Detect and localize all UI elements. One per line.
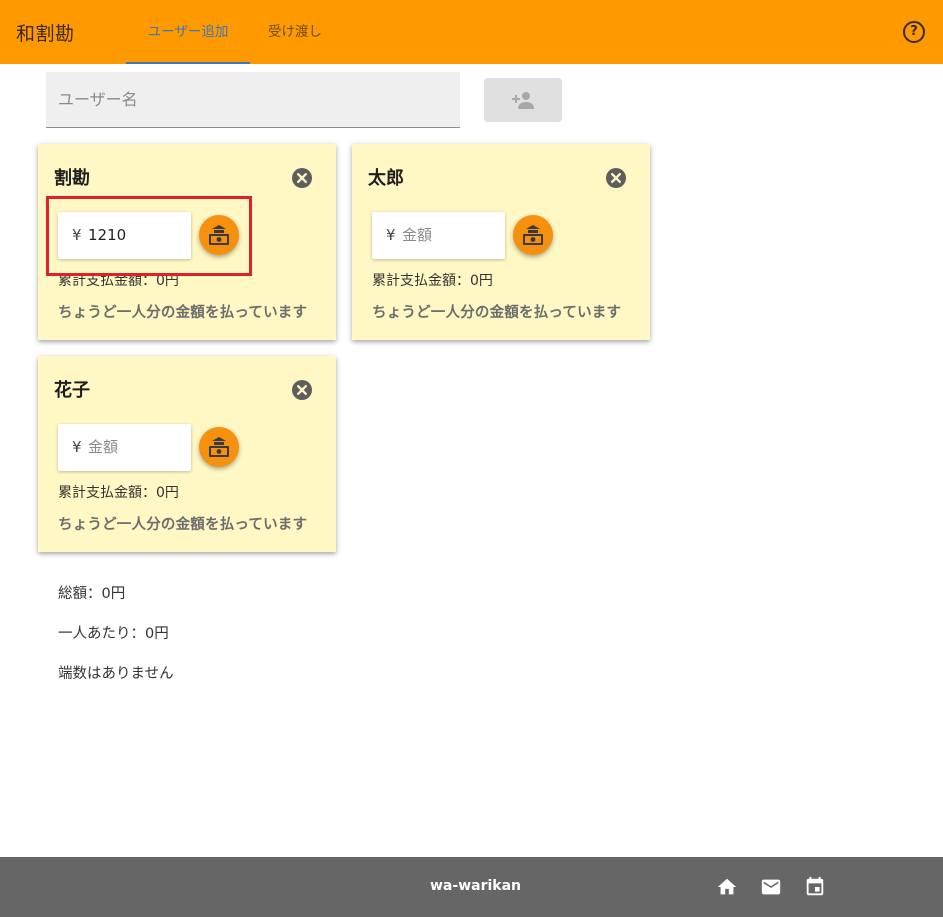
tab-handover[interactable]: 受け渡し — [250, 0, 340, 64]
amount-field[interactable]: ¥ — [58, 212, 191, 259]
app-header: 和割勘 ユーザー追加 受け渡し ? — [0, 0, 943, 64]
summary-total: 総額：0円 — [58, 586, 126, 602]
close-circle-icon[interactable] — [291, 379, 313, 401]
help-icon[interactable]: ? — [903, 21, 925, 43]
user-name: 花子 — [54, 380, 90, 401]
summary-remainder: 端数はありません — [58, 666, 174, 682]
paid-total: 累計支払金額：0円 — [372, 273, 493, 289]
payment-status: ちょうど一人分の金額を払っています — [58, 517, 308, 533]
money-payment-icon — [523, 225, 543, 245]
paid-total: 累計支払金額：0円 — [58, 273, 179, 289]
tab-add-user[interactable]: ユーザー追加 — [126, 0, 250, 64]
user-name: 太郎 — [368, 168, 404, 189]
money-payment-icon — [209, 225, 229, 245]
amount-input[interactable] — [88, 436, 182, 458]
add-user-button[interactable] — [484, 78, 562, 122]
amount-field[interactable]: ¥ — [372, 212, 505, 259]
calendar-icon[interactable] — [804, 876, 826, 898]
paid-total: 累計支払金額：0円 — [58, 485, 179, 501]
app-title: 和割勘 — [16, 23, 75, 45]
yen-symbol: ¥ — [72, 226, 82, 244]
tab-add-user-label: ユーザー追加 — [147, 24, 229, 40]
yen-symbol: ¥ — [72, 438, 82, 456]
username-input[interactable] — [46, 72, 460, 127]
payment-status: ちょうど一人分の金額を払っています — [58, 305, 308, 321]
user-name: 割勘 — [54, 168, 90, 189]
active-tab-indicator — [126, 62, 250, 64]
app-footer: wa-warikan — [0, 857, 943, 917]
username-field[interactable] — [46, 72, 460, 128]
tab-handover-label: 受け渡し — [268, 24, 322, 40]
home-icon[interactable] — [716, 876, 738, 898]
close-circle-icon[interactable] — [291, 167, 313, 189]
money-payment-icon — [209, 437, 229, 457]
user-card: 割勘 ¥ 累計支払金額：0円 ちょうど一人分の金額を払っています — [38, 144, 336, 340]
user-card: 花子 ¥ 累計支払金額：0円 ちょうど一人分の金額を払っています — [38, 356, 336, 552]
yen-symbol: ¥ — [386, 226, 396, 244]
amount-input[interactable] — [88, 224, 182, 246]
payment-status: ちょうど一人分の金額を払っています — [372, 305, 622, 321]
pay-button[interactable] — [513, 215, 553, 255]
person-add-icon — [512, 92, 534, 109]
amount-input[interactable] — [402, 224, 496, 246]
user-card: 太郎 ¥ 累計支払金額：0円 ちょうど一人分の金額を払っています — [352, 144, 650, 340]
footer-title: wa-warikan — [430, 878, 521, 894]
pay-button[interactable] — [199, 215, 239, 255]
mail-icon[interactable] — [760, 876, 782, 898]
pay-button[interactable] — [199, 427, 239, 467]
amount-field[interactable]: ¥ — [58, 424, 191, 471]
close-circle-icon[interactable] — [605, 167, 627, 189]
summary-per-person: 一人あたり：0円 — [58, 626, 169, 642]
